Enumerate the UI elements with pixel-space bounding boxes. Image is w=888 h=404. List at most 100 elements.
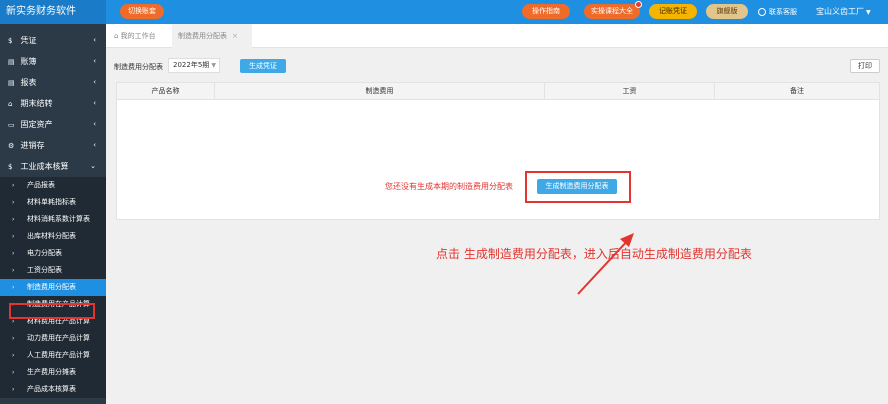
sidebar-item-fixed-assets[interactable]: ▭ 固定资产 ‹ bbox=[0, 114, 106, 135]
support-label: 联系客服 bbox=[769, 8, 797, 16]
submenu-label: 材料单耗指标表 bbox=[27, 198, 76, 206]
filter-label: 制造费用分配表 bbox=[114, 63, 163, 71]
chevron-left-icon: ‹ bbox=[93, 141, 96, 149]
sidebar-item-books[interactable]: ▤ 账簿 ‹ bbox=[0, 51, 106, 72]
chevron-left-icon: ‹ bbox=[93, 120, 96, 128]
monitor-icon: ▭ bbox=[8, 121, 15, 129]
submenu-label: 产品报表 bbox=[27, 181, 55, 189]
dollar-icon: $ bbox=[8, 37, 13, 45]
highlight-box bbox=[9, 303, 95, 319]
sidebar-item-period-close[interactable]: ⌂ 期末结转 ‹ bbox=[0, 93, 106, 114]
chevron-right-icon: › bbox=[12, 335, 15, 342]
submenu-item[interactable]: › 产品成本核算表 bbox=[0, 381, 106, 398]
chevron-right-icon: › bbox=[12, 267, 15, 274]
submenu-item[interactable]: › 出库材料分配表 bbox=[0, 228, 106, 245]
submenu-item[interactable]: › 材料消耗系数计算表 bbox=[0, 211, 106, 228]
guide-button[interactable]: 操作指南 bbox=[522, 4, 570, 19]
sidebar-item-label: 报表 bbox=[20, 78, 37, 87]
submenu-item[interactable]: › 动力费用在产品计算 bbox=[0, 330, 106, 347]
submenu-label: 材料消耗系数计算表 bbox=[27, 215, 90, 223]
column-header-remarks: 备注 bbox=[790, 87, 804, 95]
chevron-left-icon: ‹ bbox=[93, 36, 96, 44]
submenu-item[interactable]: › 工资分配表 bbox=[0, 262, 106, 279]
instruction-text: 点击 生成制造费用分配表，进入后自动生成制造费用分配表 bbox=[436, 247, 752, 261]
course-button[interactable]: 实操课程大全 bbox=[584, 1, 642, 19]
submenu-label: 电力分配表 bbox=[27, 249, 62, 257]
sidebar-item-label: 凭证 bbox=[20, 36, 37, 45]
chevron-right-icon: › bbox=[12, 386, 15, 393]
top-bar: 新实务财务软件 切换账套 操作指南 实操课程大全 记账凭证 旗舰版 联系客服 宝… bbox=[0, 0, 888, 24]
chevron-right-icon: › bbox=[12, 233, 15, 240]
allocation-table: 产品名称 制造费用 工资 备注 您还没有生成本期的制造费用分配表 生成制造费用分… bbox=[116, 82, 880, 220]
chevron-left-icon: ‹ bbox=[93, 57, 96, 65]
generate-voucher-button[interactable]: 生成凭证 bbox=[240, 59, 286, 73]
period-value: 2022年5期 bbox=[173, 61, 210, 69]
gear-icon: ⚙ bbox=[8, 142, 15, 150]
submenu-label: 人工费用在产品计算 bbox=[27, 351, 90, 359]
submenu-item[interactable]: › 生产费用分摊表 bbox=[0, 364, 106, 381]
sidebar-item-label: 工业成本核算 bbox=[20, 162, 69, 171]
cost-submenu: › 产品报表 › 材料单耗指标表 › 材料消耗系数计算表 › 出库材料分配表 › 电力分配… bbox=[0, 177, 106, 398]
sidebar-item-label: 固定资产 bbox=[20, 120, 53, 129]
chevron-right-icon: › bbox=[12, 284, 15, 291]
submenu-label: 制造费用分配表 bbox=[27, 283, 76, 291]
table-header: 产品名称 制造费用 工资 备注 bbox=[117, 83, 879, 100]
notification-dot bbox=[635, 1, 642, 8]
sidebar-item-inventory[interactable]: ⚙ 进销存 ‹ bbox=[0, 135, 106, 156]
sidebar-item-voucher[interactable]: $ 凭证 ‹ bbox=[0, 30, 106, 51]
sidebar-item-label: 进销存 bbox=[20, 141, 45, 150]
edition-badge[interactable]: 旗舰版 bbox=[706, 4, 748, 19]
course-label: 实操课程大全 bbox=[591, 7, 633, 15]
chevron-right-icon: › bbox=[12, 250, 15, 257]
chevron-right-icon: › bbox=[12, 182, 15, 189]
book-icon: ▤ bbox=[8, 58, 15, 66]
chevron-right-icon: › bbox=[12, 352, 15, 359]
switch-account-button[interactable]: 切换账套 bbox=[120, 4, 164, 19]
headset-icon bbox=[758, 8, 766, 16]
caret-down-icon: ▼ bbox=[866, 9, 871, 16]
support-link[interactable]: 联系客服 bbox=[758, 0, 797, 24]
chevron-down-icon: ▼ bbox=[211, 62, 216, 69]
empty-state-message: 您还没有生成本期的制造费用分配表 bbox=[385, 182, 513, 191]
submenu-item-overhead-allocation[interactable]: › 制造费用分配表 bbox=[0, 279, 106, 296]
annotation-arrow bbox=[577, 233, 634, 295]
sidebar: $ 凭证 ‹ ▤ 账簿 ‹ ▤ 报表 ‹ ⌂ 期末结转 ‹ ▭ 固定资产 ‹ ⚙… bbox=[0, 24, 106, 404]
sidebar-item-label: 账簿 bbox=[20, 57, 37, 66]
column-header-overhead: 制造费用 bbox=[215, 83, 545, 100]
home-icon: ⌂ bbox=[8, 100, 13, 108]
tab-label: 制造费用分配表 bbox=[178, 32, 227, 40]
company-selector[interactable]: 宝山义齿工厂 ▼ bbox=[816, 0, 871, 24]
print-button[interactable]: 打印 bbox=[850, 59, 880, 73]
column-header-wages: 工资 bbox=[545, 83, 715, 100]
tickets-button[interactable]: 记账凭证 bbox=[649, 4, 697, 19]
highlight-box bbox=[525, 171, 631, 203]
submenu-item[interactable]: › 电力分配表 bbox=[0, 245, 106, 262]
tab-bar: ⌂ 我的工作台 制造费用分配表 × bbox=[106, 24, 888, 48]
app-title: 新实务财务软件 bbox=[0, 0, 106, 24]
report-icon: ▤ bbox=[8, 79, 15, 87]
chevron-left-icon: ‹ bbox=[93, 99, 96, 107]
sidebar-item-label: 期末结转 bbox=[20, 99, 53, 108]
submenu-label: 出库材料分配表 bbox=[27, 232, 76, 240]
chevron-right-icon: › bbox=[12, 369, 15, 376]
submenu-label: 工资分配表 bbox=[27, 266, 62, 274]
submenu-item[interactable]: › 产品报表 bbox=[0, 177, 106, 194]
submenu-label: 产品成本核算表 bbox=[27, 385, 76, 393]
chevron-right-icon: › bbox=[12, 199, 15, 206]
submenu-label: 生产费用分摊表 bbox=[27, 368, 76, 376]
chevron-left-icon: ‹ bbox=[93, 78, 96, 86]
chevron-down-icon: ⌄ bbox=[90, 162, 96, 170]
tab-workbench[interactable]: ⌂ 我的工作台 bbox=[114, 24, 156, 48]
period-select[interactable]: 2022年5期 ▼ bbox=[168, 58, 220, 73]
sidebar-item-cost-accounting[interactable]: $ 工业成本核算 ⌄ bbox=[0, 156, 106, 177]
chevron-right-icon: › bbox=[12, 216, 15, 223]
submenu-label: 动力费用在产品计算 bbox=[27, 334, 90, 342]
sidebar-item-reports[interactable]: ▤ 报表 ‹ bbox=[0, 72, 106, 93]
tab-overhead-allocation[interactable]: 制造费用分配表 × bbox=[172, 24, 252, 48]
close-icon[interactable]: × bbox=[232, 32, 238, 40]
column-header-product: 产品名称 bbox=[117, 83, 215, 100]
tab-label: 我的工作台 bbox=[120, 32, 156, 40]
submenu-item[interactable]: › 人工费用在产品计算 bbox=[0, 347, 106, 364]
submenu-item[interactable]: › 材料单耗指标表 bbox=[0, 194, 106, 211]
company-name: 宝山义齿工厂 bbox=[816, 7, 864, 16]
